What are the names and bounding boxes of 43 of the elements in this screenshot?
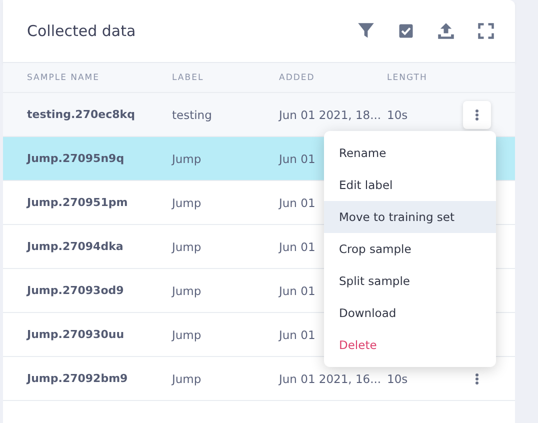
label-cell: testing — [172, 108, 212, 122]
menu-item[interactable]: Crop sample — [324, 233, 496, 265]
column-header: LENGTH — [387, 72, 428, 82]
menu-item[interactable]: Split sample — [324, 265, 496, 297]
sample-name: testing.270ec8kq — [27, 108, 135, 121]
label-cell: Jump — [172, 284, 202, 298]
column-header: ADDED — [279, 72, 315, 82]
sample-name: Jump.27094dka — [27, 240, 124, 253]
label-cell: Jump — [172, 152, 202, 166]
more-icon[interactable] — [475, 372, 479, 384]
length-cell: 10s — [387, 372, 408, 386]
checkbox-icon[interactable] — [397, 22, 415, 40]
label-cell: Jump — [172, 240, 202, 254]
table-row[interactable]: testing.270ec8kq testing Jun 01 2021, 18... 10s — [3, 93, 515, 137]
panel-title: Collected data — [27, 22, 137, 40]
menu-item[interactable]: Delete — [324, 329, 496, 361]
sample-name: Jump.270951pm — [27, 196, 128, 209]
more-icon — [475, 108, 479, 120]
date-cell: Jun 01 — [279, 152, 316, 166]
menu-item[interactable]: Rename — [324, 137, 496, 169]
fullscreen-icon[interactable] — [477, 22, 495, 40]
menu-item[interactable]: Edit label — [324, 169, 496, 201]
sample-name: Jump.270930uu — [27, 328, 124, 341]
column-header: LABEL — [172, 72, 204, 82]
date-cell: Jun 01 — [279, 328, 316, 342]
label-cell: Jump — [172, 328, 202, 342]
length-cell: 10s — [387, 108, 408, 122]
menu-item[interactable]: Move to training set — [324, 201, 496, 233]
date-cell: Jun 01 2021, 18... — [279, 108, 382, 122]
menu-item[interactable]: Download — [324, 297, 496, 329]
date-cell: Jun 01 — [279, 284, 316, 298]
column-header: SAMPLE NAME — [27, 72, 100, 82]
label-cell: Jump — [172, 196, 202, 210]
filter-icon[interactable] — [357, 22, 375, 40]
sample-name: Jump.27093od9 — [27, 284, 124, 297]
label-cell: Jump — [172, 372, 202, 386]
sample-name: Jump.27092bm9 — [27, 372, 128, 385]
upload-icon[interactable] — [437, 22, 455, 40]
date-cell: Jun 01 2021, 16... — [279, 372, 382, 386]
date-cell: Jun 01 — [279, 196, 316, 210]
sample-name: Jump.27095n9q — [27, 152, 124, 165]
date-cell: Jun 01 — [279, 240, 316, 254]
more-button[interactable] — [463, 100, 491, 128]
